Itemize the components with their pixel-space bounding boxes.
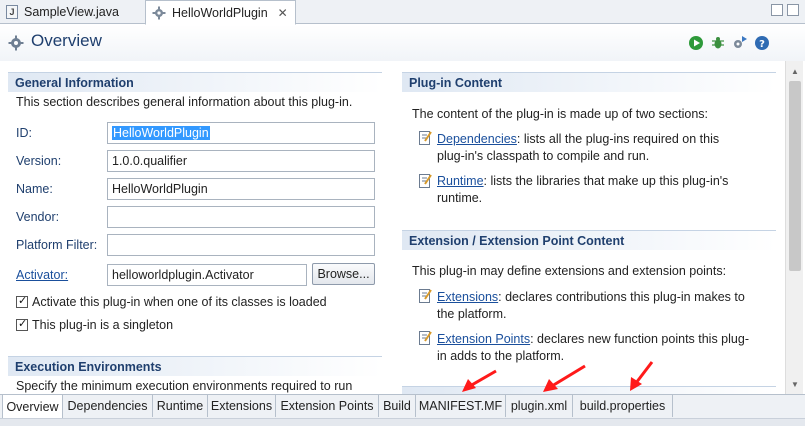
dependencies-link[interactable]: Dependencies	[437, 132, 517, 146]
activate-checkbox[interactable]: Activate this plug-in when one of its cl…	[16, 294, 327, 309]
extensions-desc: Extensions: declares contributions this …	[437, 290, 745, 304]
runtime-desc: Runtime: lists the libraries that make u…	[437, 174, 729, 188]
window-controls	[771, 4, 799, 16]
name-field[interactable]: HelloWorldPlugin	[107, 178, 375, 200]
extension-points-desc: Extension Points: declares new function …	[437, 332, 749, 346]
vendor-field[interactable]	[107, 206, 375, 228]
runtime-link[interactable]: Runtime	[437, 174, 484, 188]
section-execution-environments: Execution Environments	[8, 356, 382, 376]
vendor-label: Vendor:	[16, 210, 60, 224]
scroll-up-icon[interactable]: ▲	[786, 63, 804, 79]
tab-plugin-xml[interactable]: plugin.xml	[506, 395, 573, 417]
run-icon[interactable]	[688, 35, 704, 51]
extensions-link[interactable]: Extensions	[437, 290, 498, 304]
scrollbar-thumb[interactable]	[789, 81, 801, 271]
version-label: Version:	[16, 154, 62, 168]
extension-points-desc-cont: in adds to the platform.	[437, 349, 565, 363]
header-toolbar: ?	[688, 35, 770, 51]
editor-tab-label: HelloWorldPlugin	[172, 5, 268, 20]
extensions-page-icon	[419, 289, 432, 303]
singleton-checkbox[interactable]: This plug-in is a singleton	[16, 317, 174, 332]
tab-extension-points[interactable]: Extension Points	[276, 395, 379, 417]
platform-filter-field[interactable]	[107, 234, 375, 256]
dependencies-desc: Dependencies: lists all the plug-ins req…	[437, 132, 720, 146]
id-field[interactable]: HelloWorldPlugin	[107, 122, 375, 144]
activator-field[interactable]: helloworldplugin.Activator	[107, 264, 307, 286]
plugin-icon	[8, 35, 24, 51]
tab-runtime[interactable]: Runtime	[153, 395, 208, 417]
platform-filter-label: Platform Filter:	[16, 238, 98, 252]
checkbox-checked-icon	[16, 294, 28, 308]
scroll-down-icon[interactable]: ▼	[786, 376, 804, 392]
ext-content-description: This plug-in may define extensions and e…	[412, 264, 727, 278]
singleton-checkbox-label: This plug-in is a singleton	[32, 318, 174, 332]
editor-tab-strip: J SampleView.java HelloWorldPlugin ✕	[0, 0, 805, 25]
browse-button[interactable]: Browse...	[312, 263, 375, 285]
java-file-icon: J	[6, 5, 18, 19]
version-field[interactable]: 1.0.0.qualifier	[107, 150, 375, 172]
editor-tab-helloworldplugin[interactable]: HelloWorldPlugin ✕	[145, 0, 296, 25]
vertical-scrollbar[interactable]: ▲ ▼	[785, 61, 803, 394]
tab-build[interactable]: Build	[379, 395, 416, 417]
export-wizard-icon[interactable]	[732, 35, 748, 51]
help-icon[interactable]: ?	[754, 35, 770, 51]
extension-points-page-icon	[419, 331, 432, 345]
section-plugin-content: Plug-in Content	[402, 72, 776, 92]
checkbox-checked-icon	[16, 317, 28, 331]
bottom-border	[0, 418, 805, 426]
runtime-desc-cont: runtime.	[437, 191, 483, 205]
page-tabs: Overview Dependencies Runtime Extensions…	[0, 394, 805, 419]
page-title: Overview	[31, 31, 102, 50]
id-label: ID:	[16, 126, 32, 140]
section-extension-content: Extension / Extension Point Content	[402, 230, 776, 250]
tab-overview[interactable]: Overview	[2, 395, 63, 419]
editor-tab-sampleview[interactable]: J SampleView.java	[0, 0, 140, 24]
general-description: This section describes general informati…	[16, 95, 353, 109]
section-general-information: General Information	[8, 72, 382, 92]
maximize-icon[interactable]	[787, 4, 799, 16]
form-header: Overview ?	[0, 25, 805, 61]
dependencies-desc-cont: plug-in's classpath to compile and run.	[437, 149, 650, 163]
activator-link[interactable]: Activator:	[16, 268, 68, 282]
tab-manifest[interactable]: MANIFEST.MF	[416, 395, 506, 417]
debug-icon[interactable]	[710, 35, 726, 51]
exec-description: Specify the minimum execution environmen…	[16, 379, 353, 393]
editor-tab-label: SampleView.java	[24, 5, 119, 19]
svg-text:?: ?	[759, 39, 765, 50]
plugin-content-description: The content of the plug-in is made up of…	[412, 107, 709, 121]
extension-points-link[interactable]: Extension Points	[437, 332, 530, 346]
tab-dependencies[interactable]: Dependencies	[63, 395, 153, 417]
dependencies-page-icon	[419, 131, 432, 145]
minimize-icon[interactable]	[771, 4, 783, 16]
name-label: Name:	[16, 182, 53, 196]
close-icon[interactable]: ✕	[278, 6, 288, 20]
overview-content: General Information This section describ…	[0, 61, 785, 394]
tab-extensions[interactable]: Extensions	[208, 395, 276, 417]
tab-build-properties[interactable]: build.properties	[573, 395, 673, 417]
activate-checkbox-label: Activate this plug-in when one of its cl…	[32, 295, 327, 309]
plugin-gear-icon	[152, 6, 166, 19]
runtime-page-icon	[419, 174, 432, 188]
extensions-desc-cont: the platform.	[437, 307, 507, 321]
section-collapsed-next	[402, 386, 776, 394]
